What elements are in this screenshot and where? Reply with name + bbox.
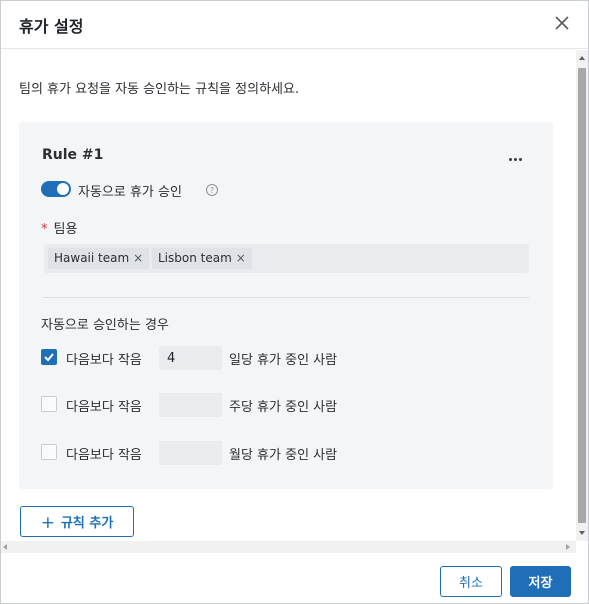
team-tag-label: Lisbon team [158, 251, 232, 265]
dialog-title: 휴가 설정 [19, 17, 84, 36]
team-tag-label: Hawaii team [54, 251, 130, 265]
threshold-input-monthly[interactable] [159, 441, 222, 465]
teams-label: * 팀용 [41, 218, 77, 237]
condition-suffix: 월당 휴가 중인 사람 [229, 448, 338, 463]
scroll-left-icon[interactable] [3, 544, 7, 550]
vertical-scrollbar[interactable] [576, 50, 588, 541]
condition-suffix: 일당 휴가 중인 사람 [229, 353, 338, 368]
divider [43, 297, 529, 298]
dialog-description: 팀의 휴가 요청을 자동 승인하는 규칙을 정의하세요. [19, 82, 300, 97]
condition-row-monthly: 다음보다 작음 월당 휴가 중인 사람 [41, 441, 461, 465]
teams-label-text: 팀용 [53, 222, 78, 237]
condition-checkbox[interactable] [41, 444, 57, 460]
required-marker: * [41, 222, 48, 237]
team-tag-hawaii: Hawaii team × [48, 248, 150, 269]
scrollbar-thumb[interactable] [578, 68, 586, 523]
dialog-header: 휴가 설정 [1, 1, 588, 49]
dialog-footer: 취소 저장 [1, 553, 588, 603]
horizontal-scrollbar[interactable] [1, 541, 576, 553]
dialog-body: 팀의 휴가 요청을 자동 승인하는 규칙을 정의하세요. Rule #1 자동으… [1, 50, 588, 541]
cancel-button[interactable]: 취소 [440, 566, 502, 597]
auto-approve-toggle[interactable] [41, 181, 71, 197]
rule-title: Rule #1 [42, 147, 104, 163]
auto-approve-label: 자동으로 휴가 승인 [78, 185, 182, 200]
remove-tag-icon[interactable]: × [133, 251, 143, 265]
threshold-input-weekly[interactable] [159, 393, 222, 417]
scroll-down-icon[interactable] [579, 531, 585, 535]
plus-icon: + [40, 512, 55, 533]
condition-prefix: 다음보다 작음 [66, 400, 142, 415]
team-tag-lisbon: Lisbon team × [152, 248, 252, 269]
add-rule-label: 규칙 추가 [60, 515, 114, 531]
leave-settings-dialog: 휴가 설정 팀의 휴가 요청을 자동 승인하는 규칙을 정의하세요. Rule … [0, 0, 589, 604]
conditions-heading: 자동으로 승인하는 경우 [41, 318, 169, 333]
scroll-up-icon[interactable] [579, 56, 585, 60]
close-icon[interactable] [552, 13, 572, 33]
condition-prefix: 다음보다 작음 [66, 353, 142, 368]
condition-row-weekly: 다음보다 작음 주당 휴가 중인 사람 [41, 393, 461, 417]
teams-tag-input[interactable]: Hawaii team × Lisbon team × [44, 244, 529, 273]
condition-checkbox[interactable] [41, 349, 57, 365]
toggle-knob [57, 183, 69, 195]
condition-suffix: 주당 휴가 중인 사람 [229, 400, 338, 415]
condition-row-daily: 다음보다 작음 일당 휴가 중인 사람 [41, 346, 461, 370]
add-rule-button[interactable]: + 규칙 추가 [20, 506, 134, 537]
more-options-icon[interactable] [509, 146, 527, 161]
remove-tag-icon[interactable]: × [236, 251, 246, 265]
condition-prefix: 다음보다 작음 [66, 448, 142, 463]
save-button[interactable]: 저장 [510, 566, 571, 597]
condition-checkbox[interactable] [41, 396, 57, 412]
rule-card: Rule #1 자동으로 휴가 승인 ? * 팀용 Hawaii team × Li… [19, 122, 553, 489]
help-icon[interactable]: ? [206, 184, 218, 196]
scroll-right-icon[interactable] [566, 544, 570, 550]
threshold-input-daily[interactable] [159, 346, 222, 370]
